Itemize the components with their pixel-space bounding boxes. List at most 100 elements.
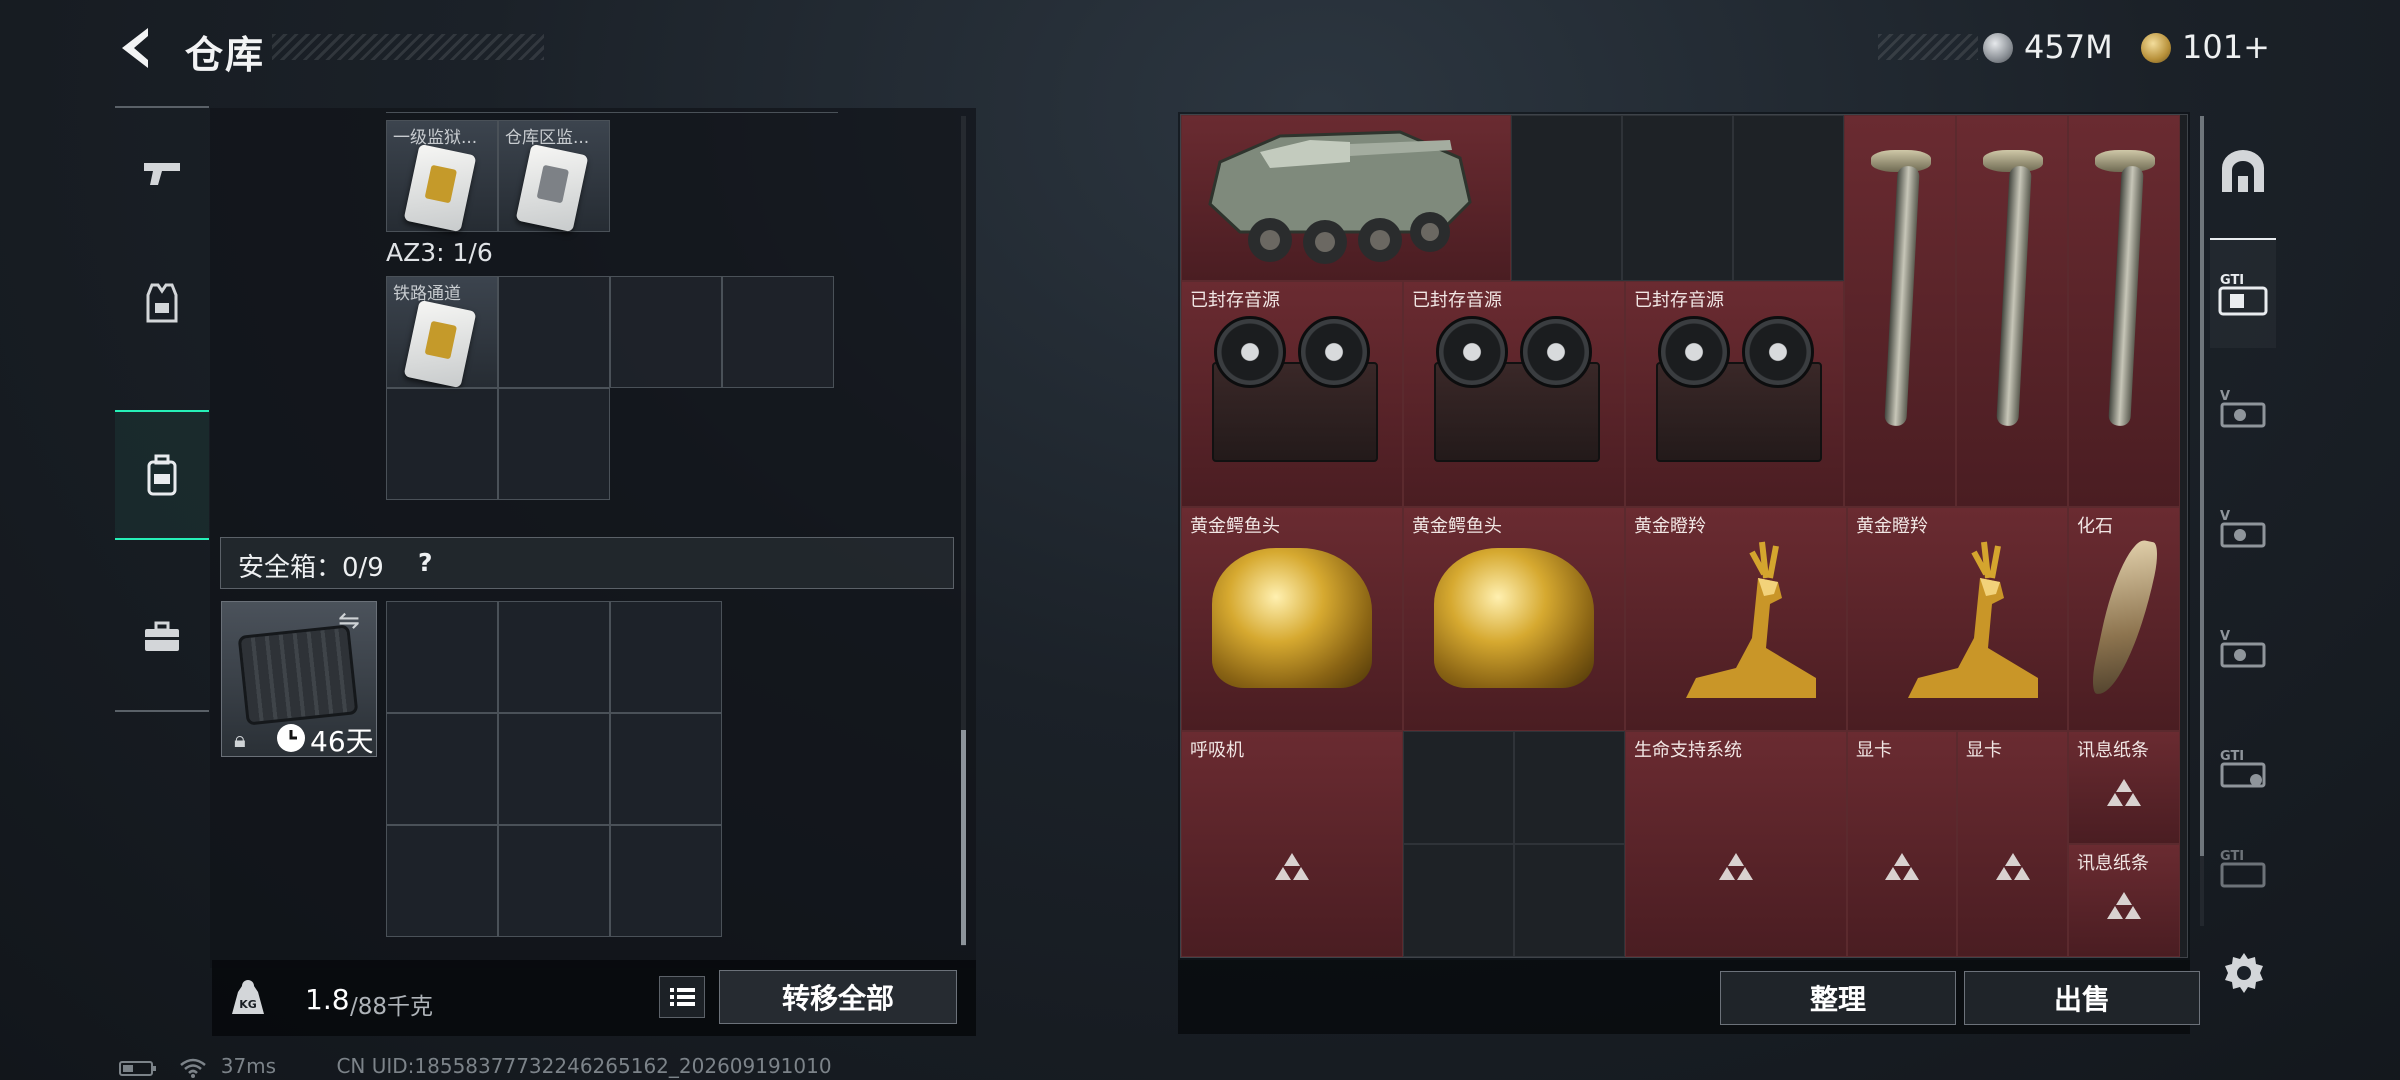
tab-gti-box[interactable]: GTI bbox=[2210, 714, 2276, 824]
safe-slot[interactable] bbox=[386, 713, 498, 825]
empty-slot[interactable] bbox=[1403, 731, 1514, 844]
item-label: 铁路通道 bbox=[393, 284, 461, 304]
unidentified-item-icon bbox=[1995, 853, 2030, 881]
stash-scrollbar-thumb[interactable] bbox=[2200, 116, 2204, 856]
back-button[interactable] bbox=[112, 22, 160, 74]
stash-item-life-support[interactable]: 生命支持系统 bbox=[1625, 731, 1847, 957]
item-label: 仓库区监... bbox=[505, 128, 590, 148]
transfer-all-button[interactable]: 转移全部 bbox=[719, 970, 957, 1024]
weight-max: /88千克 bbox=[350, 994, 434, 1020]
keycard-icon bbox=[403, 143, 477, 233]
az3-capacity-label: AZ3: 1/6 bbox=[386, 238, 493, 267]
rifle-body bbox=[2108, 165, 2144, 427]
safe-slot[interactable] bbox=[610, 713, 722, 825]
armor-vest-icon bbox=[146, 283, 178, 323]
safe-box-label: 安全箱：0/9 bbox=[238, 553, 384, 583]
stash-item-respirator[interactable]: 呼吸机 bbox=[1181, 731, 1403, 957]
safe-slot[interactable] bbox=[610, 601, 722, 713]
stash-item-recorder[interactable]: 已封存音源 bbox=[1181, 281, 1403, 507]
stash-item-gpu[interactable]: 显卡 bbox=[1847, 731, 1957, 957]
item-label: 黄金鳄鱼头 bbox=[1190, 516, 1280, 537]
arch-icon bbox=[2222, 150, 2264, 192]
system-status-bar: 37ms CN UID:18558377732246265162_2026091… bbox=[118, 1054, 832, 1079]
keycard-icon bbox=[515, 143, 589, 233]
safe-slot[interactable] bbox=[498, 713, 610, 825]
tape-recorder-icon bbox=[1424, 316, 1610, 466]
swap-icon[interactable]: ⇋ bbox=[338, 606, 360, 636]
safe-case-item[interactable]: ⇋ 🔒︎ 46天 bbox=[221, 601, 377, 758]
tab-weapons[interactable] bbox=[115, 108, 209, 238]
stash-item-gold-croc[interactable]: 黄金鳄鱼头 bbox=[1403, 507, 1625, 731]
scrollbar-thumb[interactable] bbox=[961, 730, 966, 945]
weight-kg-icon: KG bbox=[228, 978, 268, 1016]
svg-text:V: V bbox=[2220, 629, 2230, 644]
stash-item-gpu[interactable]: 显卡 bbox=[1957, 731, 2068, 957]
empty-slot[interactable] bbox=[386, 388, 498, 500]
tab-v-box[interactable]: V bbox=[2210, 474, 2276, 584]
empty-slot[interactable] bbox=[1733, 115, 1844, 281]
rifle-body bbox=[1884, 165, 1920, 427]
stash-item-recorder[interactable]: 已封存音源 bbox=[1625, 281, 1844, 507]
item-label: 化石 bbox=[2077, 516, 2113, 537]
safe-slot[interactable] bbox=[498, 825, 610, 937]
empty-slot[interactable] bbox=[1511, 115, 1622, 281]
currency-decoration bbox=[1878, 34, 1978, 60]
stash-item-rifle[interactable] bbox=[1956, 115, 2068, 507]
item-slot[interactable]: 铁路通道 bbox=[386, 276, 498, 389]
tab-arch[interactable] bbox=[2210, 126, 2276, 216]
fossil-claw-icon bbox=[2088, 535, 2162, 701]
tape-recorder-icon bbox=[1202, 316, 1388, 466]
sell-button[interactable]: 出售 bbox=[1964, 971, 2200, 1025]
gold-crocodile-head-icon bbox=[1434, 548, 1594, 688]
stash-item-gold-gazelle[interactable]: 黄金瞪羚 bbox=[1625, 507, 1847, 731]
stash-item-fossil[interactable]: 化石 bbox=[2068, 507, 2180, 731]
tab-gti-box[interactable]: GTI bbox=[2210, 824, 2276, 914]
item-label: 讯息纸条 bbox=[2077, 853, 2149, 874]
stash-item-note[interactable]: 讯息纸条 bbox=[2068, 844, 2180, 957]
gold-coin-icon bbox=[2141, 33, 2171, 63]
safe-slot[interactable] bbox=[386, 601, 498, 713]
item-label: 已封存音源 bbox=[1412, 290, 1502, 311]
stash-item-rifle[interactable] bbox=[1844, 115, 1956, 507]
empty-slot[interactable] bbox=[498, 276, 610, 388]
empty-slot[interactable] bbox=[1403, 844, 1514, 957]
stash-item-gold-croc[interactable]: 黄金鳄鱼头 bbox=[1181, 507, 1403, 731]
tab-toolbox[interactable] bbox=[115, 572, 209, 702]
item-label: 显卡 bbox=[1966, 740, 2002, 761]
item-label: 显卡 bbox=[1856, 740, 1892, 761]
sort-button[interactable]: 整理 bbox=[1720, 971, 1956, 1025]
silver-currency-value: 457M bbox=[2024, 28, 2113, 66]
stash-item-vehicle[interactable] bbox=[1181, 115, 1511, 281]
tab-backpack[interactable] bbox=[115, 410, 209, 540]
empty-slot[interactable] bbox=[1622, 115, 1733, 281]
tab-v-box[interactable]: V bbox=[2210, 354, 2276, 464]
safe-slot[interactable] bbox=[498, 601, 610, 713]
svg-text:GTI: GTI bbox=[2220, 849, 2244, 864]
wifi-icon bbox=[180, 1058, 207, 1078]
item-slot[interactable]: 一级监狱... bbox=[386, 120, 498, 233]
empty-slot[interactable] bbox=[610, 276, 722, 388]
empty-slot[interactable] bbox=[1514, 844, 1625, 957]
stash-item-rifle[interactable] bbox=[2068, 115, 2180, 507]
tab-armor[interactable] bbox=[115, 238, 209, 368]
help-icon[interactable]: ? bbox=[418, 548, 433, 577]
item-slot[interactable]: 仓库区监... bbox=[498, 120, 610, 233]
empty-slot[interactable] bbox=[722, 276, 834, 388]
settings-gear-icon[interactable] bbox=[2222, 951, 2266, 995]
stash-item-recorder[interactable]: 已封存音源 bbox=[1403, 281, 1625, 507]
gold-currency-value[interactable]: 101+ bbox=[2182, 28, 2270, 66]
stash-item-gold-gazelle[interactable]: 黄金瞪羚 bbox=[1847, 507, 2068, 731]
back-arrow-icon bbox=[122, 28, 148, 68]
unidentified-item-icon bbox=[2107, 891, 2141, 919]
armored-vehicle-icon bbox=[1208, 130, 1472, 264]
tab-v-box[interactable]: V bbox=[2210, 594, 2276, 704]
list-view-button[interactable] bbox=[659, 976, 705, 1018]
tab-gti-folder[interactable]: GTI bbox=[2210, 238, 2276, 348]
safe-slot[interactable] bbox=[610, 825, 722, 937]
empty-slot[interactable] bbox=[1514, 731, 1625, 844]
stash-item-note[interactable]: 讯息纸条 bbox=[2068, 731, 2180, 844]
svg-text:KG: KG bbox=[239, 998, 257, 1011]
safe-slot[interactable] bbox=[386, 825, 498, 937]
unidentified-item-icon bbox=[1275, 853, 1309, 881]
empty-slot[interactable] bbox=[498, 388, 610, 500]
